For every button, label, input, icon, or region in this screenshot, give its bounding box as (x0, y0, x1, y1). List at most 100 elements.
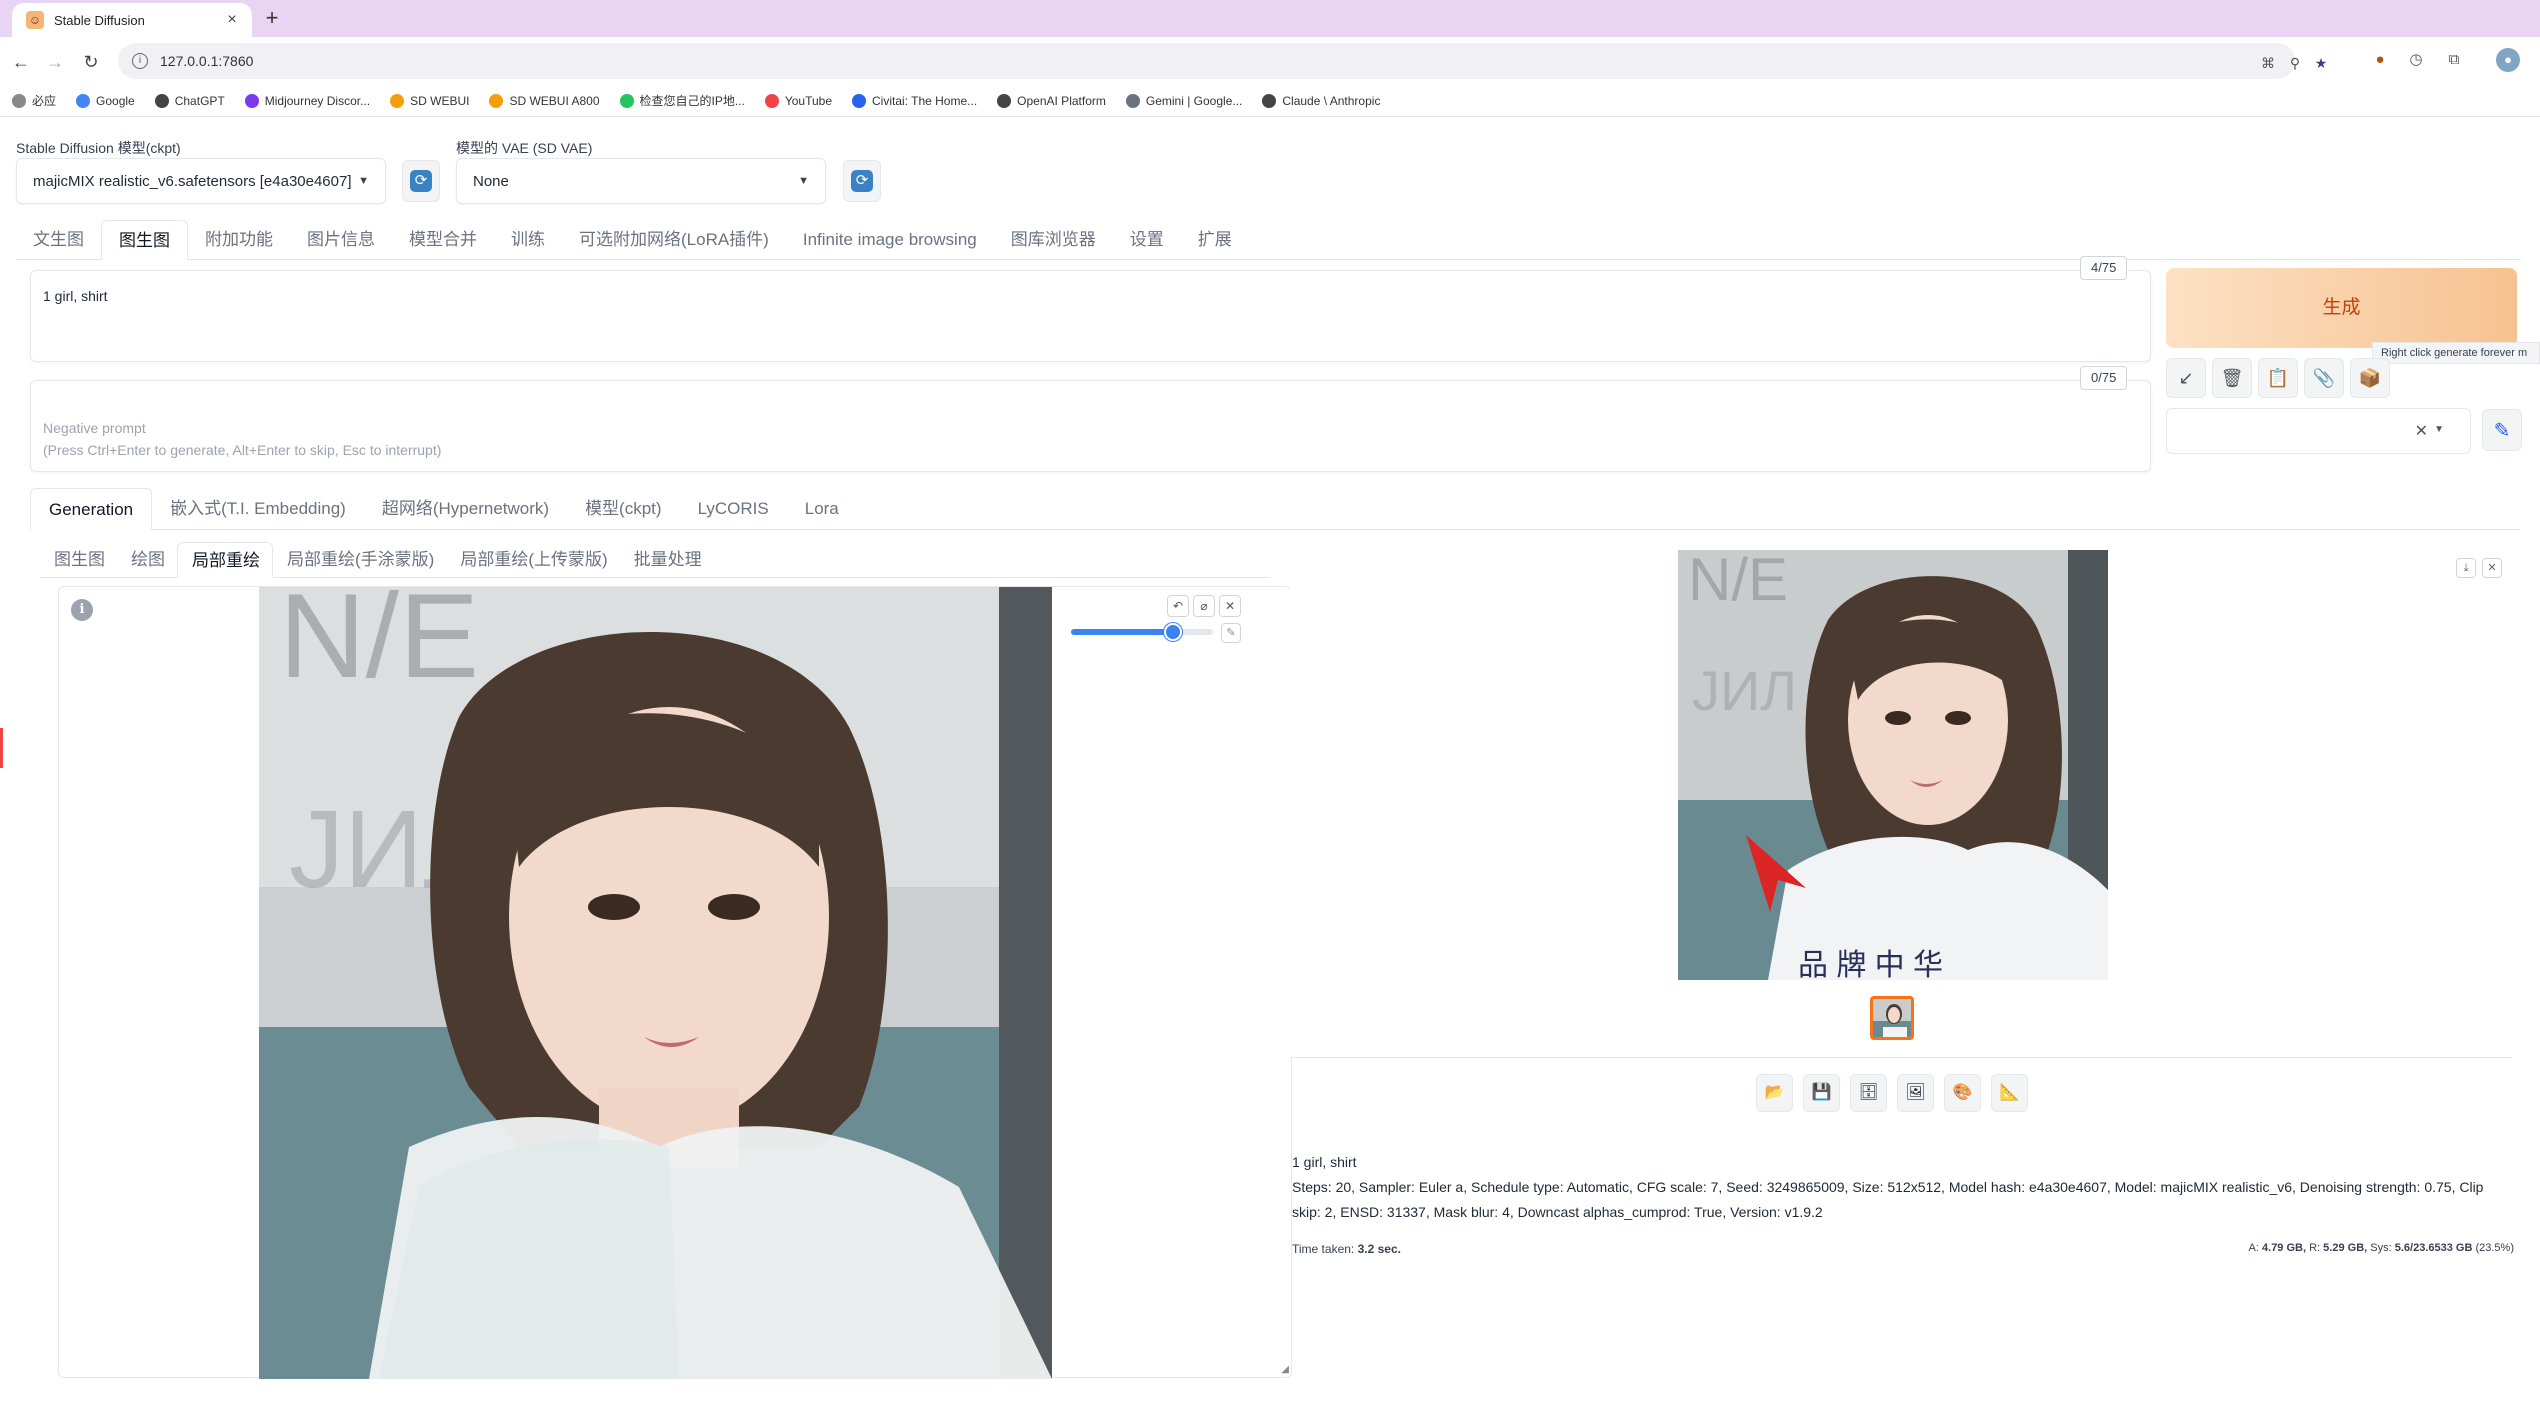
bookmark-item[interactable]: Google (76, 93, 135, 108)
output-image[interactable]: N/E ЈИЛ 品 牌 中 华 (1678, 550, 2108, 980)
generation-tab-5[interactable]: Lora (787, 488, 857, 530)
clear-mask-icon[interactable]: ⌀ (1193, 595, 1215, 617)
refresh-icon: ⟳ (851, 170, 873, 192)
output-thumbnail[interactable] (1870, 996, 1914, 1040)
bookmark-item[interactable]: YouTube (764, 93, 832, 108)
main-tab-9[interactable]: 设置 (1113, 220, 1181, 260)
info-icon[interactable]: i (71, 599, 93, 621)
thumbnail-image (1873, 999, 1911, 1037)
send-to-extras-button[interactable]: 📐 (1991, 1074, 2028, 1112)
refresh-ckpt-button[interactable]: ⟳ (402, 160, 440, 202)
brush-size-slider[interactable] (1071, 623, 1213, 641)
generation-tab-1[interactable]: 嵌入式(T.I. Embedding) (152, 488, 364, 530)
zoom-icon[interactable]: ⚲ (2285, 53, 2305, 73)
close-tab-icon[interactable]: × (222, 11, 242, 29)
read-params-button[interactable]: ↙ (2166, 358, 2206, 398)
save-button[interactable]: 💾 (1803, 1074, 1840, 1112)
main-tab-1[interactable]: 图生图 (101, 220, 188, 260)
generation-tab-3[interactable]: 模型(ckpt) (567, 488, 680, 530)
generation-tab-4[interactable]: LyCORIS (680, 488, 787, 530)
bookmark-label: 必应 (32, 94, 57, 108)
negative-prompt-input[interactable]: Negative prompt (Press Ctrl+Enter to gen… (30, 380, 2151, 472)
bookmark-star-icon[interactable]: ★ (2311, 53, 2331, 73)
reload-icon[interactable]: ↻ (78, 49, 104, 75)
edit-style-button[interactable]: ✎ (2482, 409, 2522, 451)
back-icon[interactable]: ← (8, 49, 34, 75)
main-tab-10[interactable]: 扩展 (1181, 220, 1249, 260)
brush-color-icon[interactable]: ✎ (1221, 623, 1241, 643)
main-tab-5[interactable]: 训练 (494, 220, 562, 260)
img2img-mode-tab-2[interactable]: 局部重绘 (177, 542, 273, 578)
bookmark-item[interactable]: Claude \ Anthropic (1262, 93, 1380, 108)
save-icon: 💾 (1811, 1084, 1832, 1101)
extra-networks-button[interactable]: 📎 (2304, 358, 2344, 398)
address-bar[interactable]: i 127.0.0.1:7860 ⌘ ⚲ ★ (118, 43, 2327, 79)
send-to-img2img-button[interactable]: 🖼 (1897, 1074, 1934, 1112)
send-to-inpaint-button[interactable]: 🎨 (1944, 1074, 1981, 1112)
clear-icon[interactable]: ✕ (2415, 421, 2428, 441)
zip-button[interactable]: 🗄 (1850, 1074, 1887, 1112)
main-tab-0[interactable]: 文生图 (16, 220, 101, 260)
output-panel: N/E ЈИЛ 品 牌 中 华 ⤓ ✕ 📂 💾 🗄 🖼 🎨 📐 1 girl, … (1282, 550, 2520, 1256)
bookmark-favicon-icon (764, 93, 779, 108)
navigation-bar: ← → ↻ i 127.0.0.1:7860 ⌘ ⚲ ★ (0, 37, 2540, 85)
bookmark-label: Midjourney Discor... (264, 93, 371, 108)
bookmark-item[interactable]: OpenAI Platform (997, 93, 1106, 108)
history-icon[interactable]: ◷ (2404, 48, 2428, 72)
forward-icon[interactable]: → (42, 49, 68, 75)
bookmark-item[interactable]: SD WEBUI (390, 93, 469, 108)
translate-icon[interactable]: ⌘ (2258, 53, 2278, 73)
main-tab-7[interactable]: Infinite image browsing (786, 220, 994, 260)
inpaint-canvas-area[interactable]: i N/E ЈИЛ ↶ ⌀ ✕ ✎ ◢ (58, 586, 1292, 1379)
img2img-mode-tab-0[interactable]: 图生图 (40, 542, 117, 578)
bookmark-item[interactable]: 检查您自己的IP地... (619, 92, 745, 109)
bookmark-item[interactable]: 必应 (12, 92, 56, 109)
bookmark-item[interactable]: Gemini | Google... (1125, 93, 1242, 108)
open-folder-button[interactable]: 📂 (1756, 1074, 1793, 1112)
close-icon[interactable]: ✕ (1219, 595, 1241, 617)
bookmark-item[interactable]: SD WEBUI A800 (489, 93, 600, 108)
generate-button[interactable]: 生成 (2166, 268, 2517, 348)
ckpt-dropdown[interactable]: majicMIX realistic_v6.safetensors [e4a30… (16, 158, 386, 204)
time-value: 3.2 sec. (1357, 1242, 1401, 1256)
generation-tab-2[interactable]: 超网络(Hypernetwork) (364, 488, 567, 530)
main-tab-2[interactable]: 附加功能 (188, 220, 290, 260)
prompt-input[interactable]: 1 girl, shirt (30, 270, 2151, 362)
bookmark-favicon-icon (76, 93, 91, 108)
site-info-icon[interactable]: i (132, 53, 148, 69)
img2img-mode-tab-1[interactable]: 绘图 (117, 542, 177, 578)
extensions-puzzle-icon[interactable]: ⧉ (2442, 48, 2466, 72)
img2img-mode-tab-3[interactable]: 局部重绘(手涂蒙版) (273, 542, 446, 578)
main-tab-8[interactable]: 图库浏览器 (994, 220, 1113, 260)
bookmark-favicon-icon (619, 93, 634, 108)
main-tab-3[interactable]: 图片信息 (290, 220, 392, 260)
bookmark-item[interactable]: Civitai: The Home... (852, 93, 977, 108)
vae-dropdown[interactable]: None ▼ (456, 158, 826, 204)
extension-icon[interactable]: ● (2368, 48, 2392, 72)
download-icon[interactable]: ⤓ (2456, 558, 2476, 578)
undo-icon[interactable]: ↶ (1167, 595, 1189, 617)
refresh-vae-button[interactable]: ⟳ (843, 160, 881, 202)
clear-prompt-button[interactable]: 🗑 (2212, 358, 2252, 398)
inpaint-image[interactable]: N/E ЈИЛ (259, 587, 1052, 1379)
bookmark-favicon-icon (244, 93, 259, 108)
browser-tab[interactable]: ☺ Stable Diffusion × (12, 3, 252, 37)
side-indicator (0, 728, 4, 768)
close-icon[interactable]: ✕ (2482, 558, 2502, 578)
img2img-mode-tab-4[interactable]: 局部重绘(上传蒙版) (446, 542, 619, 578)
brush-size-handle[interactable] (1164, 623, 1183, 641)
bookmark-item[interactable]: Midjourney Discor... (244, 93, 371, 108)
svg-text:N/E: N/E (279, 587, 479, 703)
package-button[interactable]: 📦 (2350, 358, 2390, 398)
main-tab-4[interactable]: 模型合并 (392, 220, 494, 260)
profile-avatar[interactable]: ● (2496, 48, 2520, 72)
main-tab-6[interactable]: 可选附加网络(LoRA插件) (562, 220, 786, 260)
triangle-ruler-icon: 📐 (1999, 1084, 2020, 1101)
generation-tab-0[interactable]: Generation (30, 488, 153, 530)
new-tab-button[interactable]: + (260, 5, 284, 31)
bookmark-item[interactable]: ChatGPT (154, 93, 225, 108)
img2img-mode-tab-5[interactable]: 批量处理 (620, 542, 714, 578)
styles-dropdown[interactable]: ✕ ▼ (2166, 408, 2471, 454)
styles-button[interactable]: 📋 (2258, 358, 2298, 398)
resize-grip-icon[interactable]: ◢ (1281, 1364, 1289, 1375)
